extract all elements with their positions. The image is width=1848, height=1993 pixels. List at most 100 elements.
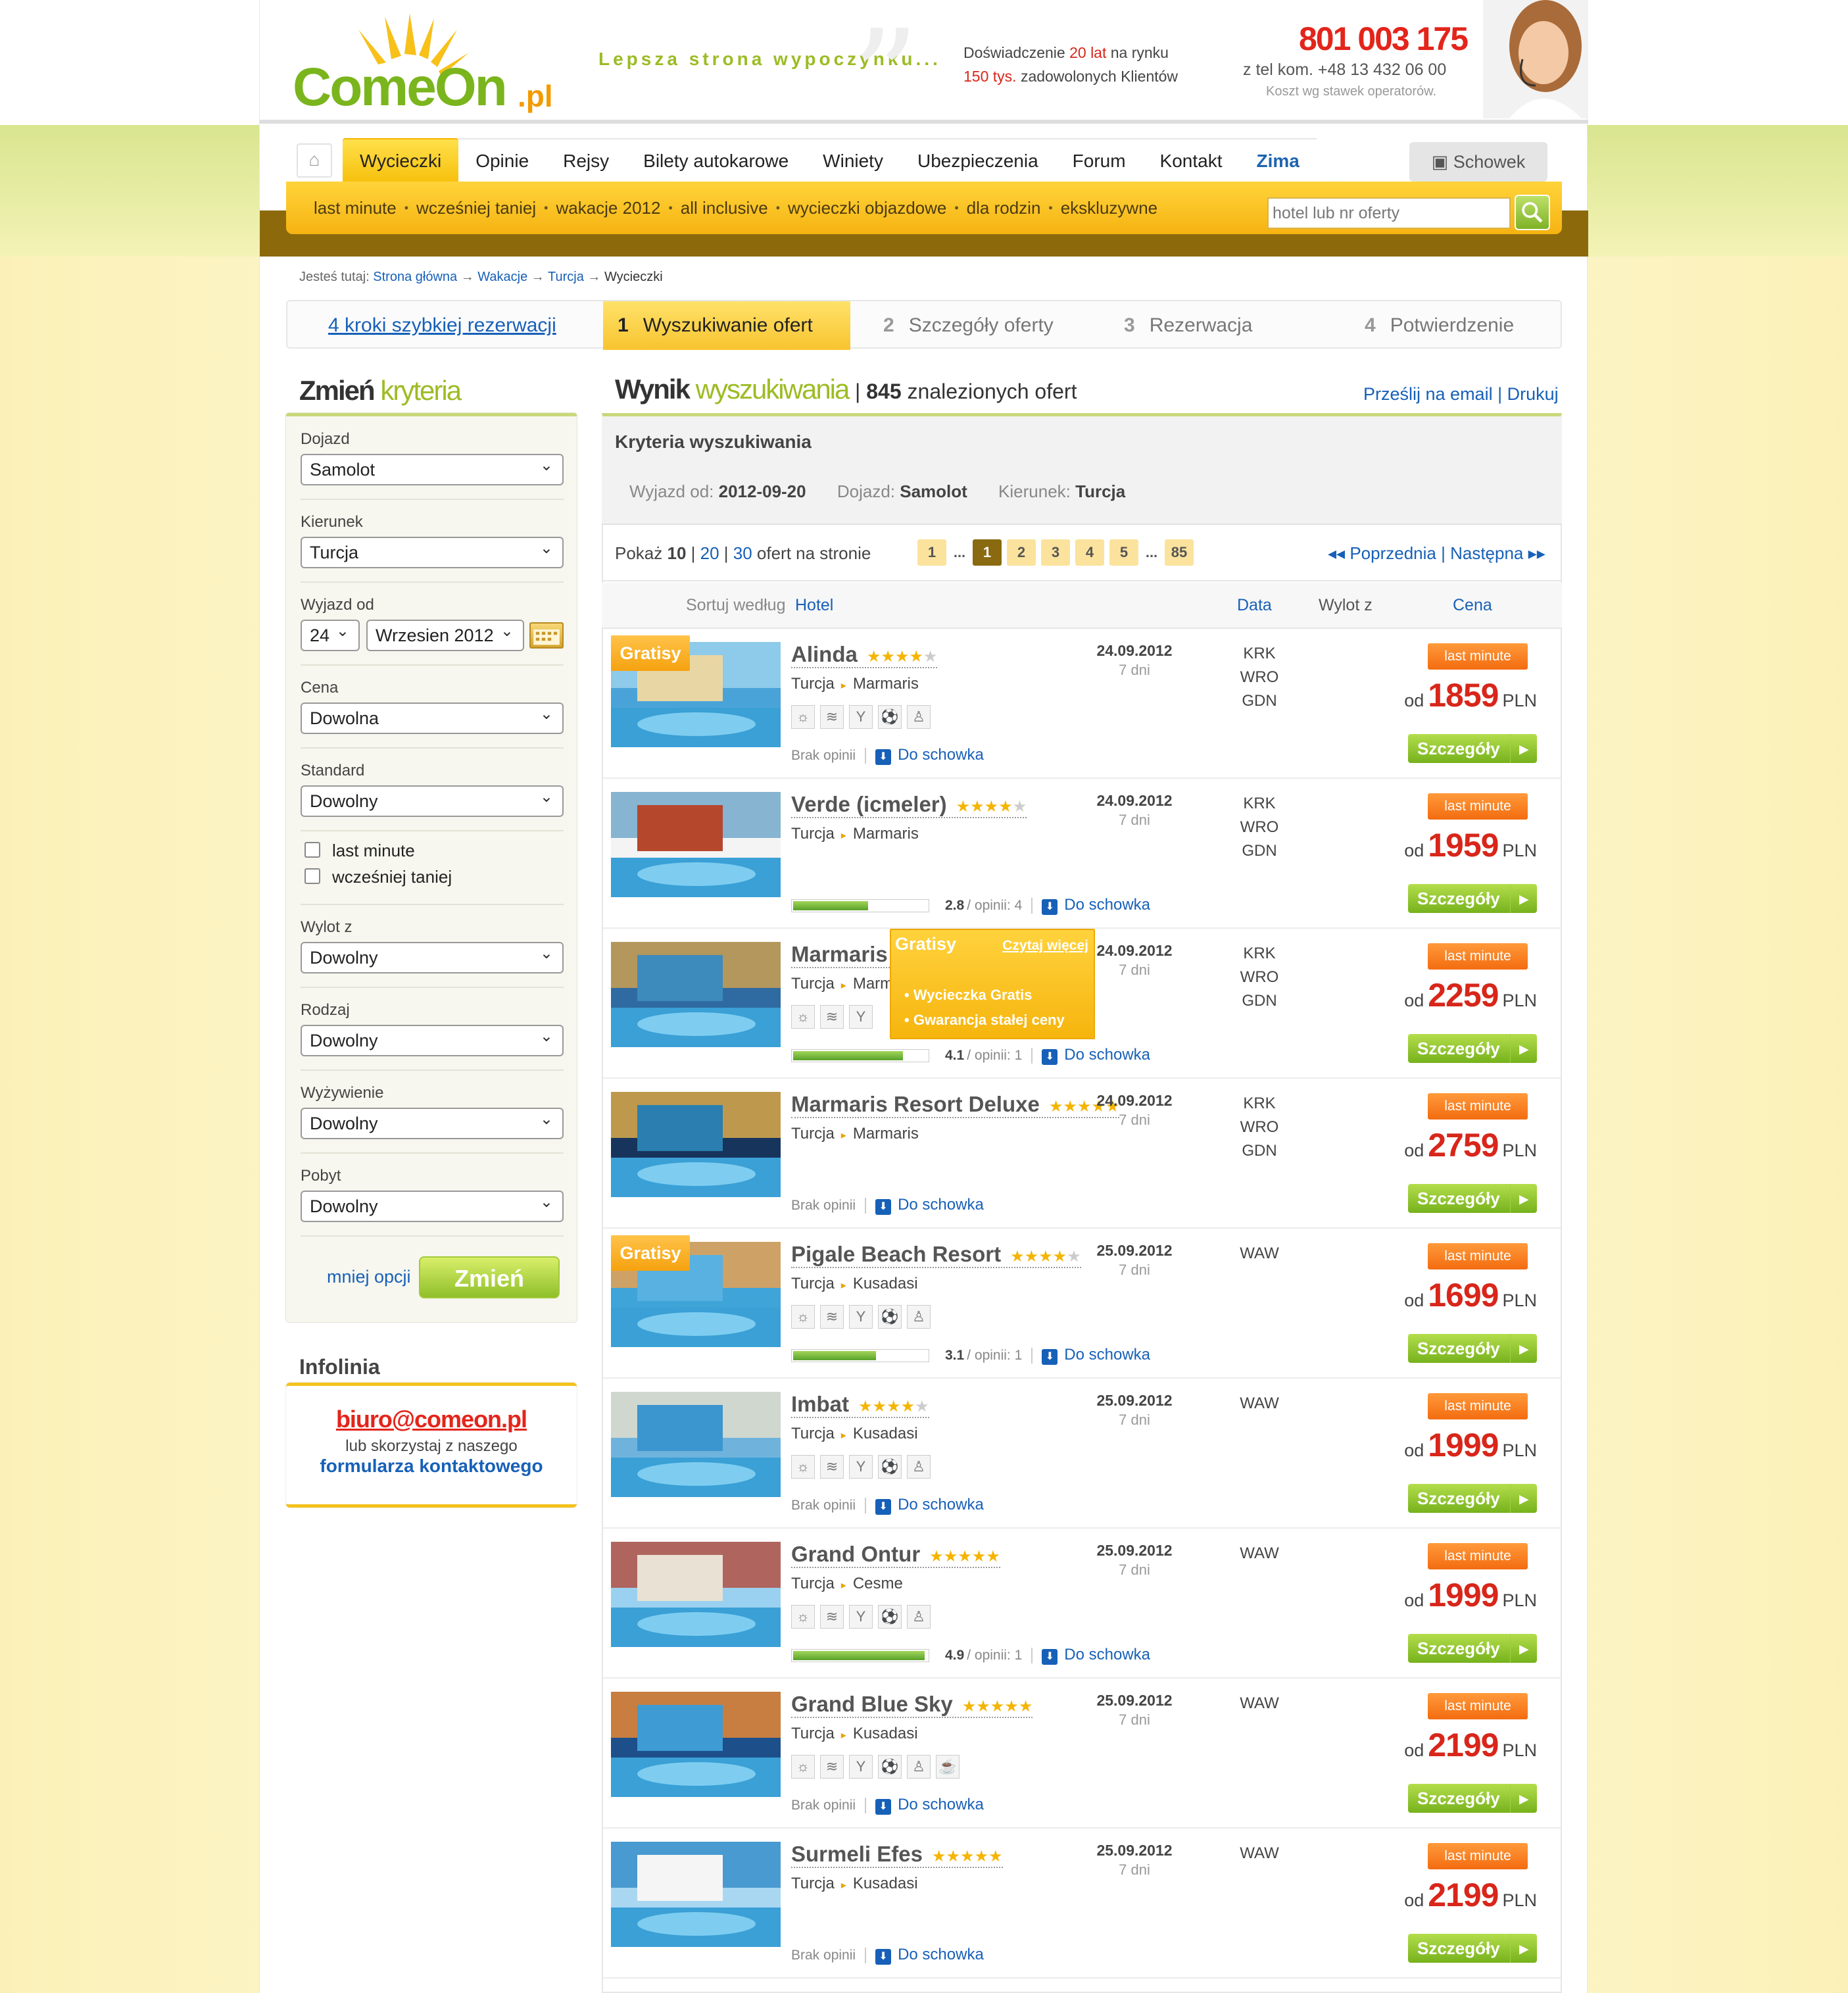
gratisy-badge[interactable]: Gratisy [611, 635, 690, 671]
search-icon[interactable] [1515, 195, 1550, 230]
dojazd-select[interactable]: Samolot [301, 451, 564, 485]
hotel-photo[interactable] [611, 1092, 781, 1197]
page-3[interactable]: 3 [1041, 539, 1070, 566]
hotel-photo[interactable] [611, 1692, 781, 1797]
calendar-icon[interactable] [529, 622, 564, 649]
hotel-name[interactable]: Alinda ★★★★★ [791, 642, 938, 668]
page-current[interactable]: 1 [973, 539, 1002, 566]
details-button[interactable]: Szczegóły [1408, 884, 1537, 913]
subnav-all-inclusive[interactable]: all inclusive [681, 198, 768, 218]
add-to-schowek-link[interactable]: Do schowka [1042, 1346, 1150, 1365]
per-page-30[interactable]: 30 [733, 543, 752, 563]
add-to-schowek-link[interactable]: Do schowka [1042, 1046, 1150, 1065]
offer-duration: 7 dni [1119, 1262, 1150, 1278]
details-button[interactable]: Szczegóły [1408, 1634, 1537, 1663]
details-button[interactable]: Szczegóły [1408, 1334, 1537, 1363]
nav-rejsy[interactable]: Rejsy [546, 138, 627, 182]
crumb-wakacje[interactable]: Wakacje [477, 270, 527, 284]
phone-number[interactable]: 801 003 175 [1299, 20, 1469, 58]
per-page-20[interactable]: 20 [700, 543, 719, 563]
hotel-photo[interactable] [611, 1542, 781, 1647]
nav-wycieczki[interactable]: Wycieczki [343, 138, 459, 182]
details-button[interactable]: Szczegóły [1408, 734, 1537, 763]
hotel-photo[interactable] [611, 942, 781, 1047]
sort-hotel[interactable]: Hotel [795, 596, 833, 615]
cena-select[interactable]: Dowolna [301, 700, 564, 734]
wyjazd-month-select[interactable]: Wrzesien 2012 [366, 617, 524, 651]
page-first[interactable]: 1 [917, 539, 946, 566]
nav-forum[interactable]: Forum [1055, 138, 1143, 182]
read-more-link[interactable]: Czytaj więcej [1002, 938, 1088, 954]
wylot-select[interactable]: Dowolny [301, 939, 564, 973]
rodzaj-select[interactable]: Dowolny [301, 1022, 564, 1056]
contact-form-link[interactable]: formularza kontaktowego [286, 1456, 577, 1477]
change-criteria-button[interactable]: Zmień [419, 1256, 560, 1298]
subnav-objazdowe[interactable]: wycieczki objazdowe [788, 198, 946, 218]
subnav-ekskluzywne[interactable]: ekskluzywne [1061, 198, 1157, 218]
hotel-photo[interactable] [611, 1842, 781, 1947]
next-link[interactable]: Następna [1450, 543, 1523, 563]
nav-winiety[interactable]: Winiety [806, 138, 900, 182]
search-input[interactable]: hotel lub nr oferty [1267, 197, 1511, 229]
add-to-schowek-link[interactable]: Do schowka [875, 1946, 984, 1965]
pobyt-select[interactable]: Dowolny [301, 1188, 564, 1222]
sort-date[interactable]: Data [1237, 596, 1272, 615]
nav-kontakt[interactable]: Kontakt [1142, 138, 1240, 182]
comeon-logo[interactable]: ComeOn .pl [293, 13, 569, 118]
crumb-turcja[interactable]: Turcja [548, 270, 584, 284]
schowek-button[interactable]: ▣ Schowek [1409, 142, 1547, 182]
details-button[interactable]: Szczegóły [1408, 1784, 1537, 1813]
subnav-wczesniej[interactable]: wcześniej taniej [416, 198, 536, 218]
contact-email-link[interactable]: biuro@comeon.pl [286, 1406, 577, 1433]
subnav-wakacje[interactable]: wakacje 2012 [556, 198, 660, 218]
details-button[interactable]: Szczegóły [1408, 1484, 1537, 1513]
amenity-icon: ☕ [936, 1755, 960, 1779]
subnav-rodzin[interactable]: dla rodzin [967, 198, 1041, 218]
add-to-schowek-link[interactable]: Do schowka [875, 1796, 984, 1815]
add-to-schowek-link[interactable]: Do schowka [1042, 896, 1150, 915]
page-4[interactable]: 4 [1075, 539, 1104, 566]
wyjazd-day-select[interactable]: 24 [301, 617, 360, 651]
print-link[interactable]: Drukuj [1507, 384, 1559, 404]
nav-bilety[interactable]: Bilety autokarowe [626, 138, 806, 182]
standard-select[interactable]: Dowolny [301, 783, 564, 817]
less-options-link[interactable]: mniej opcji [327, 1267, 411, 1287]
hotel-name[interactable]: Grand Blue Sky ★★★★★ [791, 1692, 1033, 1718]
nav-zima[interactable]: Zima [1239, 138, 1317, 182]
infolinia-title: Infolinia [299, 1355, 380, 1379]
details-button[interactable]: Szczegóły [1408, 1934, 1537, 1963]
details-button[interactable]: Szczegóły [1408, 1034, 1537, 1063]
wczesniej-checkbox[interactable] [304, 868, 320, 884]
sort-price[interactable]: Cena [1453, 596, 1492, 615]
add-to-schowek-link[interactable]: Do schowka [1042, 1646, 1150, 1665]
hotel-name[interactable]: Imbat ★★★★★ [791, 1392, 929, 1418]
amenity-icons: ☼ ≋ Y ⚽ ♙ [791, 1605, 931, 1629]
criteria-title: Kryteria wyszukiwania [615, 431, 812, 452]
hotel-name[interactable]: Pigale Beach Resort ★★★★★ [791, 1242, 1081, 1268]
nav-ubezpieczenia[interactable]: Ubezpieczenia [900, 138, 1056, 182]
last-minute-checkbox[interactable] [304, 842, 320, 858]
add-to-schowek-link[interactable]: Do schowka [875, 1496, 984, 1515]
page-5[interactable]: 5 [1109, 539, 1138, 566]
hotel-name[interactable]: Surmeli Efes ★★★★★ [791, 1842, 1003, 1868]
prev-link[interactable]: Poprzednia [1350, 543, 1436, 563]
gratisy-badge[interactable]: Gratisy [611, 1235, 690, 1271]
subnav-last-minute[interactable]: last minute [314, 198, 397, 218]
nav-opinie[interactable]: Opinie [458, 138, 547, 182]
add-to-schowek-link[interactable]: Do schowka [875, 1196, 984, 1215]
hotel-photo[interactable] [611, 1392, 781, 1497]
kierunek-select[interactable]: Turcja [301, 534, 564, 568]
steps-intro-link[interactable]: 4 kroki szybkiej rezerwacji [328, 301, 556, 350]
send-email-link[interactable]: Prześlij na email [1363, 384, 1493, 404]
hotel-name[interactable]: Verde (icmeler) ★★★★★ [791, 792, 1027, 818]
page-2[interactable]: 2 [1007, 539, 1036, 566]
wyzywienie-select[interactable]: Dowolny [301, 1105, 564, 1139]
hotel-name[interactable]: Grand Ontur ★★★★★ [791, 1542, 1000, 1568]
page-last[interactable]: 85 [1165, 539, 1194, 566]
departure-airports: WAW [1240, 1844, 1279, 1862]
add-to-schowek-link[interactable]: Do schowka [875, 746, 984, 765]
home-icon[interactable]: ⌂ [297, 143, 332, 178]
crumb-home[interactable]: Strona główna [373, 270, 457, 284]
details-button[interactable]: Szczegóły [1408, 1184, 1537, 1213]
hotel-photo[interactable] [611, 792, 781, 897]
